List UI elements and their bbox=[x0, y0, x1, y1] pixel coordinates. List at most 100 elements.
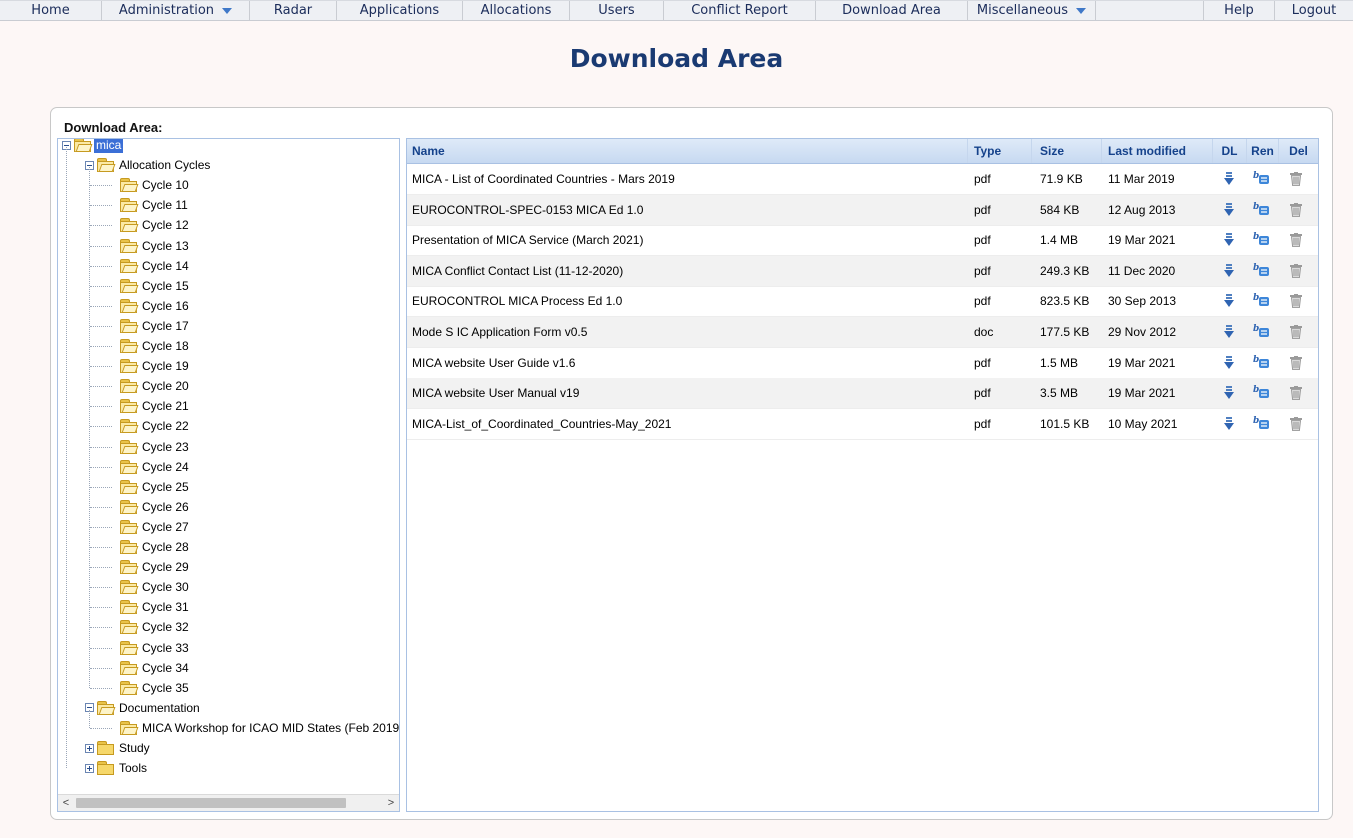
rename-icon[interactable]: b bbox=[1253, 262, 1271, 281]
tree-node-label[interactable]: Cycle 12 bbox=[140, 217, 191, 233]
download-icon[interactable] bbox=[1224, 263, 1234, 281]
tree-node-label[interactable]: Cycle 31 bbox=[140, 599, 191, 615]
tree-node-label[interactable]: Cycle 18 bbox=[140, 338, 191, 354]
trash-icon[interactable] bbox=[1290, 355, 1302, 373]
trash-icon[interactable] bbox=[1290, 202, 1302, 220]
table-row[interactable]: EUROCONTROL-SPEC-0153 MICA Ed 1.0 pdf 584 … bbox=[407, 194, 1318, 226]
tree-node-label[interactable]: Cycle 26 bbox=[140, 499, 191, 515]
tree-node-cycle[interactable]: Cycle 16 bbox=[120, 296, 191, 316]
tree-node-label[interactable]: Cycle 13 bbox=[140, 238, 191, 254]
tree-node-cycle[interactable]: Cycle 19 bbox=[120, 356, 191, 376]
column-header-last-modified[interactable]: Last modified bbox=[1102, 139, 1213, 163]
table-row[interactable]: Presentation of MICA Service (March 2021… bbox=[407, 225, 1318, 257]
table-row[interactable]: MICA - List of Coordinated Countries - M… bbox=[407, 164, 1318, 195]
trash-icon[interactable] bbox=[1290, 325, 1302, 342]
nav-administration[interactable]: Administration bbox=[102, 1, 250, 20]
download-icon[interactable] bbox=[1224, 325, 1234, 342]
trash-icon[interactable] bbox=[1290, 386, 1302, 403]
column-header-name[interactable]: Name bbox=[407, 139, 968, 163]
download-icon[interactable] bbox=[1224, 172, 1234, 189]
tree-node-label[interactable]: Cycle 23 bbox=[140, 439, 191, 455]
tree-node-label[interactable]: Cycle 29 bbox=[140, 559, 191, 575]
nav-allocations[interactable]: Allocations bbox=[463, 1, 570, 20]
table-row[interactable]: EUROCONTROL MICA Process Ed 1.0 pdf 823.5 … bbox=[407, 286, 1318, 318]
tree-node-label[interactable]: Cycle 14 bbox=[140, 258, 191, 274]
column-header-ren[interactable]: Ren bbox=[1247, 139, 1279, 163]
tree-node-cycle[interactable]: Cycle 17 bbox=[120, 316, 191, 336]
tree-node-label[interactable]: Cycle 27 bbox=[140, 519, 191, 535]
tree-node-label[interactable]: Cycle 20 bbox=[140, 378, 191, 394]
tree-node-label[interactable]: Cycle 24 bbox=[140, 459, 191, 475]
tree-node-label[interactable]: Cycle 32 bbox=[140, 619, 191, 635]
tree-node-cycle[interactable]: Cycle 29 bbox=[120, 557, 191, 577]
tree-node-cycle[interactable]: Cycle 15 bbox=[120, 276, 191, 296]
tree-node-label[interactable]: Cycle 17 bbox=[140, 318, 191, 334]
tree-node-mica[interactable]: mica bbox=[62, 139, 124, 155]
nav-users[interactable]: Users bbox=[570, 1, 664, 20]
column-header-del[interactable]: Del bbox=[1279, 139, 1318, 163]
tree-node-label[interactable]: Cycle 34 bbox=[140, 660, 191, 676]
tree-node-cycle[interactable]: Cycle 20 bbox=[120, 376, 191, 396]
nav-conflict-report[interactable]: Conflict Report bbox=[664, 1, 816, 20]
tree-node-cycle[interactable]: Cycle 13 bbox=[120, 236, 191, 256]
tree-node-cycle[interactable]: Cycle 22 bbox=[120, 416, 191, 436]
tree-node-cycle[interactable]: Cycle 23 bbox=[120, 437, 191, 457]
download-icon[interactable] bbox=[1224, 386, 1234, 403]
nav-home[interactable]: Home bbox=[0, 1, 102, 20]
tree-node-label[interactable]: MICA Workshop for ICAO MID States (Feb 2… bbox=[140, 720, 399, 736]
tree-node-label[interactable]: Cycle 11 bbox=[140, 197, 190, 213]
tree-node-study[interactable]: Study bbox=[85, 738, 152, 758]
table-row[interactable]: MICA website User Guide v1.6 pdf 1.5 MB 19 … bbox=[407, 348, 1318, 379]
tree-node-cycle[interactable]: Cycle 18 bbox=[120, 336, 191, 356]
nav-applications[interactable]: Applications bbox=[337, 1, 463, 20]
tree-node-label[interactable]: Cycle 28 bbox=[140, 539, 191, 555]
table-row[interactable]: MICA-List_of_Coordinated_Countries-May_2… bbox=[407, 409, 1318, 440]
horizontal-scrollbar[interactable]: < > bbox=[58, 794, 399, 811]
column-header-type[interactable]: Type bbox=[968, 139, 1032, 163]
column-header-size[interactable]: Size bbox=[1032, 139, 1102, 163]
scroll-left-button[interactable]: < bbox=[58, 795, 74, 811]
expand-icon[interactable] bbox=[85, 743, 94, 753]
tree-node-cycle[interactable]: Cycle 26 bbox=[120, 497, 191, 517]
tree-node-cycle[interactable]: Cycle 34 bbox=[120, 658, 191, 678]
download-icon[interactable] bbox=[1224, 355, 1234, 373]
tree-node-cycle[interactable]: Cycle 14 bbox=[120, 256, 191, 276]
rename-icon[interactable]: b bbox=[1253, 292, 1271, 311]
tree-node-label[interactable]: Cycle 33 bbox=[140, 640, 191, 656]
tree-node-label[interactable]: Study bbox=[117, 740, 152, 756]
rename-icon[interactable]: b bbox=[1253, 354, 1271, 373]
download-icon[interactable] bbox=[1224, 416, 1234, 434]
rename-icon[interactable]: b bbox=[1253, 201, 1271, 220]
tree-node-cycle[interactable]: Cycle 30 bbox=[120, 577, 191, 597]
trash-icon[interactable] bbox=[1290, 416, 1302, 434]
tree-node-label[interactable]: Cycle 15 bbox=[140, 278, 191, 294]
tree-node-cycle[interactable]: Cycle 31 bbox=[120, 597, 191, 617]
nav-miscellaneous[interactable]: Miscellaneous bbox=[968, 1, 1096, 20]
tree-node-cycle[interactable]: Cycle 21 bbox=[120, 396, 191, 416]
tree-node-cycle[interactable]: Cycle 11 bbox=[120, 195, 190, 215]
trash-icon[interactable] bbox=[1290, 294, 1302, 311]
tree-node-label[interactable]: Cycle 25 bbox=[140, 479, 191, 495]
tree-node-label[interactable]: Cycle 16 bbox=[140, 298, 191, 314]
tree-node-allocation-cycles[interactable]: Allocation Cycles bbox=[85, 155, 212, 175]
tree-node-cycle[interactable]: Cycle 33 bbox=[120, 638, 191, 658]
trash-icon[interactable] bbox=[1290, 172, 1302, 189]
tree-node-label[interactable]: Cycle 19 bbox=[140, 358, 191, 374]
rename-icon[interactable]: b bbox=[1253, 415, 1271, 434]
nav-help[interactable]: Help bbox=[1204, 1, 1275, 20]
trash-icon[interactable] bbox=[1290, 233, 1302, 250]
download-icon[interactable] bbox=[1224, 202, 1234, 220]
tree-node-cycle[interactable]: Cycle 10 bbox=[120, 175, 191, 195]
tree-node-documentation[interactable]: Documentation bbox=[85, 698, 202, 718]
tree-node-label[interactable]: Cycle 35 bbox=[140, 680, 191, 696]
tree-node-label[interactable]: Documentation bbox=[117, 700, 202, 716]
tree-node-cycle[interactable]: Cycle 35 bbox=[120, 678, 191, 698]
trash-icon[interactable] bbox=[1290, 263, 1302, 281]
nav-logout[interactable]: Logout bbox=[1275, 1, 1353, 20]
tree-node-label[interactable]: Cycle 22 bbox=[140, 418, 191, 434]
tree-node-cycle[interactable]: Cycle 27 bbox=[120, 517, 191, 537]
rename-icon[interactable]: b bbox=[1253, 231, 1271, 250]
column-header-dl[interactable]: DL bbox=[1213, 139, 1247, 163]
table-row[interactable]: MICA website User Manual v19 pdf 3.5 MB 19 … bbox=[407, 378, 1318, 410]
expand-icon[interactable] bbox=[85, 763, 94, 773]
